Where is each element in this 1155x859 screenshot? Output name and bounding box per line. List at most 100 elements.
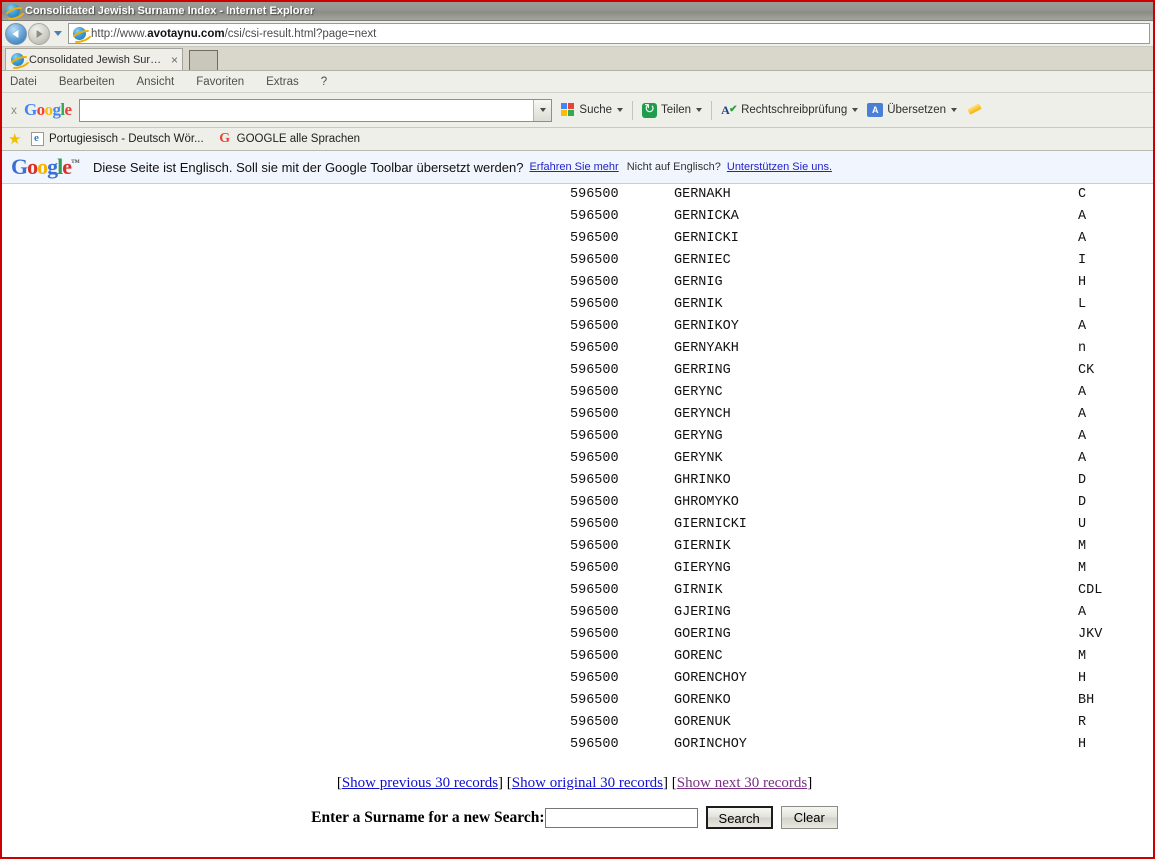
record-surname: GIERNICKI [674,517,747,532]
favorite-google-alle-sprachen[interactable]: G GOOGLE alle Sprachen [218,132,360,146]
table-row: 596500 GIERYNG M [2,558,1153,580]
menu-item-ansicht[interactable]: Ansicht [136,76,174,88]
address-bar-input[interactable]: http://www.avotaynu.com/csi/csi-result.h… [68,23,1150,44]
google-search-box[interactable] [79,98,553,122]
table-row: 596500 GERNIG H [2,272,1153,294]
chevron-down-icon [951,108,958,112]
chevron-down-icon [852,108,859,112]
clear-button[interactable]: Clear [780,806,838,829]
menu-item-extras[interactable]: Extras [266,76,299,88]
record-id: 596500 [570,319,619,334]
record-code: CDL [1078,583,1103,598]
record-code: A [1078,231,1087,246]
bracket-close: ] [498,775,504,791]
support-us-link[interactable]: Unterstützen Sie uns. [727,161,832,173]
record-id: 596500 [570,627,619,642]
record-id: 596500 [570,231,619,246]
record-surname: GORENUK [674,715,731,730]
browser-window: Consolidated Jewish Surname Index - Inte… [0,0,1155,859]
menu-item-bearbeiten[interactable]: Bearbeiten [59,76,115,88]
forward-button[interactable] [28,22,50,45]
learn-more-link[interactable]: Erfahren Sie mehr [529,161,618,173]
record-id: 596500 [570,517,619,532]
history-dropdown-button[interactable] [51,23,65,45]
table-row: 596500 GERRING CK [2,360,1153,382]
record-code: CK [1078,363,1095,378]
ie-document-icon [31,132,44,146]
record-id: 596500 [570,671,619,686]
table-row: 596500 GERYNCH A [2,404,1153,426]
favorite-portugiesisch-deutsch[interactable]: Portugiesisch - Deutsch Wör... [31,132,204,146]
bracket-close: ] [807,775,813,791]
show-next-30-records-link[interactable]: Show next 30 records [677,775,807,791]
record-id: 596500 [570,583,619,598]
record-surname: GORENKO [674,693,731,708]
record-id: 596500 [570,495,619,510]
record-id: 596500 [570,451,619,466]
toolbar-button-uebersetzen[interactable]: A Übersetzen [867,103,958,117]
record-code: JKV [1078,627,1103,642]
translate-message: Diese Seite ist Englisch. Soll sie mit d… [93,159,524,175]
record-id: 596500 [570,649,619,664]
show-previous-30-records-link[interactable]: Show previous 30 records [342,775,498,791]
record-code: H [1078,737,1087,752]
record-surname: GIRNIK [674,583,723,598]
table-row: 596500 GORENKO BH [2,690,1153,712]
table-row: 596500 GORENUK R [2,712,1153,734]
surname-search-input[interactable] [544,807,698,828]
table-row: 596500 GOERING JKV [2,624,1153,646]
toolbar-button-rechtschreibpruefung[interactable]: A Rechtschreibprüfung [721,103,859,117]
record-id: 596500 [570,605,619,620]
table-row: 596500 GJERING A [2,602,1153,624]
table-row: 596500 GORENC M [2,646,1153,668]
record-code: A [1078,209,1087,224]
close-icon[interactable]: × [171,54,178,66]
record-id: 596500 [570,429,619,444]
page-content: 596500 GERNAKH C 596500 GERNICKA A 596500 GERNI… [2,184,1153,843]
google-toolbar-logo: Google™ [11,154,80,179]
not-english-text: Nicht auf Englisch? [626,161,721,173]
show-original-30-records-link[interactable]: Show original 30 records [512,775,663,791]
chevron-down-icon [539,108,546,112]
record-surname: GERYNC [674,385,723,400]
record-code: H [1078,275,1087,290]
table-row: 596500 GIRNIK CDL [2,580,1153,602]
record-id: 596500 [570,297,619,312]
back-button[interactable] [5,22,27,45]
record-surname: GIERNIK [674,539,731,554]
record-surname: GOERING [674,627,731,642]
record-code: A [1078,429,1087,444]
record-surname: GIERYNG [674,561,731,576]
record-surname: GERNICKI [674,231,739,246]
results-table: 596500 GERNAKH C 596500 GERNICKA A 596500 GERNI… [2,184,1153,756]
record-code: M [1078,539,1087,554]
toolbar-button-label: Übersetzen [887,104,947,116]
table-row: 596500 GERNYAKH n [2,338,1153,360]
favorites-star-icon[interactable]: ★ [8,132,23,147]
close-toolbar-icon[interactable]: x [11,103,17,117]
google-search-input[interactable] [80,99,534,121]
toolbar-button-suche[interactable]: Suche [561,103,624,117]
search-button[interactable]: Search [705,806,773,829]
menu-item-favoriten[interactable]: Favoriten [196,76,244,88]
menu-item-help[interactable]: ? [321,76,327,88]
highlighter-pencil-icon[interactable] [967,103,983,117]
navigation-bar: http://www.avotaynu.com/csi/csi-result.h… [2,21,1153,47]
record-code: A [1078,385,1087,400]
google-search-dropdown-button[interactable] [533,99,552,121]
record-code: M [1078,649,1087,664]
translate-icon: A [867,103,884,117]
record-id: 596500 [570,187,619,202]
menu-item-datei[interactable]: Datei [10,76,37,88]
record-surname: GORENC [674,649,723,664]
menu-bar: Datei Bearbeiten Ansicht Favoriten Extra… [2,71,1153,93]
record-id: 596500 [570,737,619,752]
toolbar-button-teilen[interactable]: Teilen [642,101,703,118]
record-id: 596500 [570,253,619,268]
toolbar-button-label: Teilen [661,104,692,116]
tab-consolidated-jewish-surname-index[interactable]: Consolidated Jewish Surnam... × [5,48,183,70]
new-tab-button[interactable] [189,50,218,70]
tab-label: Consolidated Jewish Surnam... [29,53,162,66]
title-bar: Consolidated Jewish Surname Index - Inte… [2,2,1153,21]
record-surname: GERYNCH [674,407,731,422]
